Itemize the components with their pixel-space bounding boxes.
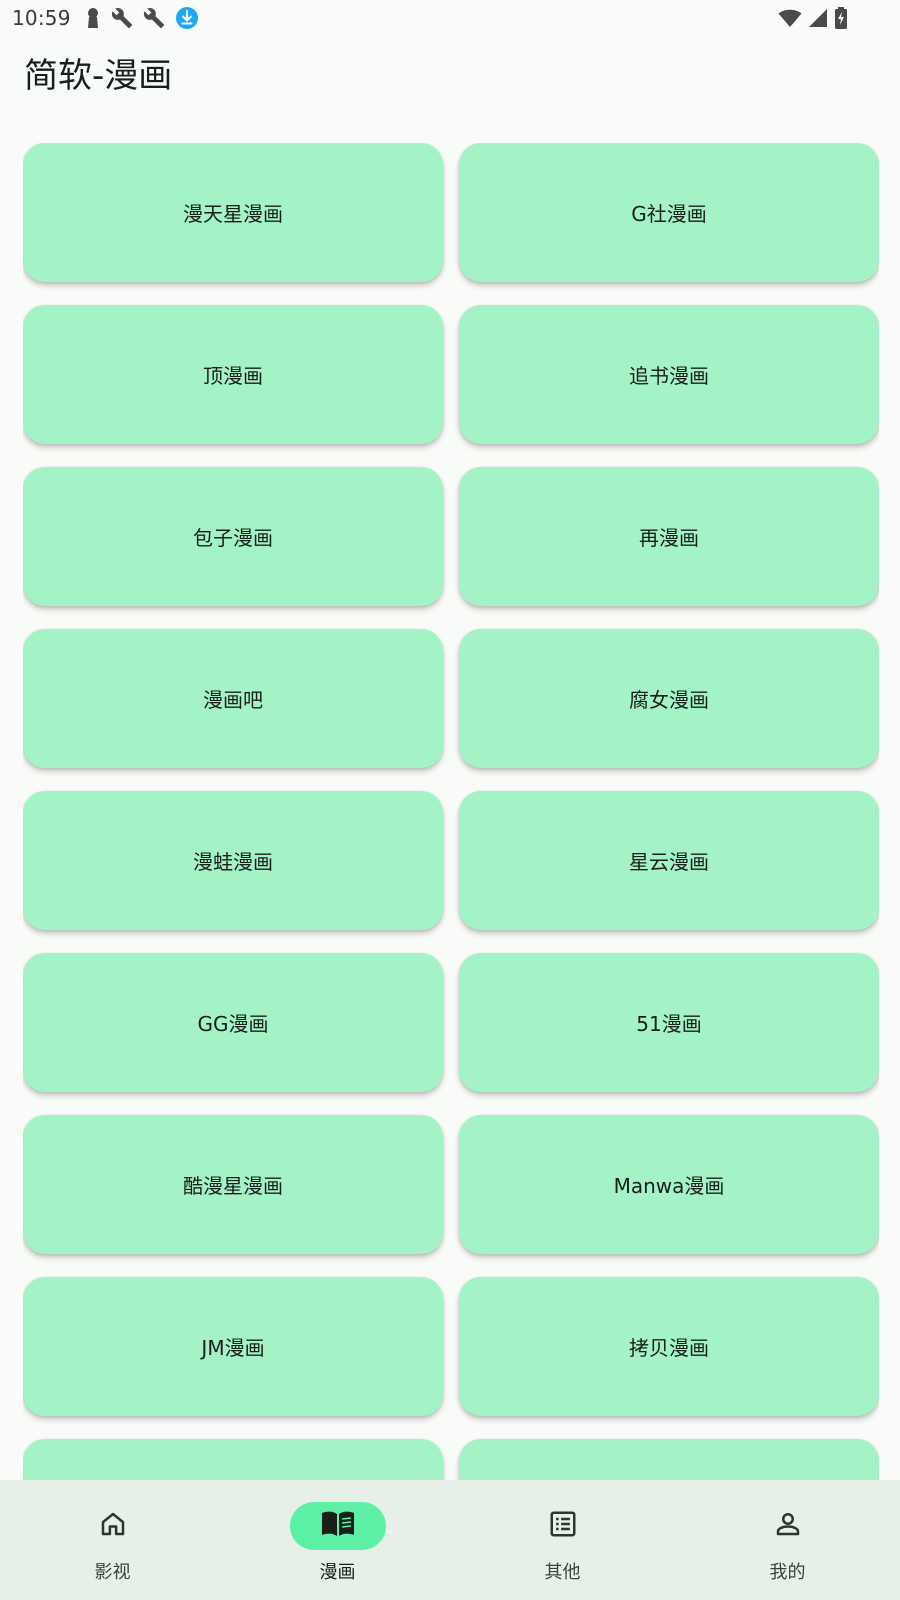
comic-source-list[interactable]: 漫天星漫画 G社漫画 顶漫画 追书漫画 包子漫画 再漫画 漫画吧 腐女漫画 漫蛙… xyxy=(23,143,879,1480)
status-icons-left xyxy=(85,6,199,30)
nav-label: 其他 xyxy=(544,1562,581,1583)
comic-source-card[interactable]: 51漫画 xyxy=(459,953,879,1092)
wrench-icon xyxy=(143,7,165,29)
nav-item-mine[interactable]: 我的 xyxy=(675,1480,900,1600)
status-left: 10:59 xyxy=(12,6,199,30)
comic-source-card[interactable]: 漫蛙漫画 xyxy=(23,791,443,930)
home-icon xyxy=(98,1509,128,1543)
nav-icon-container xyxy=(740,1502,836,1550)
comic-source-card[interactable]: G社漫画 xyxy=(459,143,879,282)
nav-label: 我的 xyxy=(769,1562,806,1583)
comic-source-card[interactable]: 拷贝漫画 xyxy=(459,1277,879,1416)
nav-item-other[interactable]: 其他 xyxy=(450,1480,675,1600)
keyhole-icon xyxy=(85,7,101,29)
comic-source-card[interactable]: 再漫画 xyxy=(459,467,879,606)
comic-source-card[interactable] xyxy=(459,1439,879,1480)
comic-source-card[interactable]: GG漫画 xyxy=(23,953,443,1092)
status-bar: 10:59 xyxy=(0,0,900,36)
nav-icon-container xyxy=(515,1502,611,1550)
nav-icon-container xyxy=(65,1502,161,1550)
comic-source-card[interactable] xyxy=(23,1439,443,1480)
book-icon xyxy=(321,1509,355,1543)
status-right xyxy=(778,7,848,29)
comic-source-card[interactable]: 包子漫画 xyxy=(23,467,443,606)
bottom-navigation: 影视 漫画 其他 我的 xyxy=(0,1480,900,1600)
status-time: 10:59 xyxy=(12,6,71,30)
list-icon xyxy=(548,1509,578,1543)
wifi-icon xyxy=(778,8,802,28)
comic-source-card[interactable]: 腐女漫画 xyxy=(459,629,879,768)
comic-source-card[interactable]: 漫天星漫画 xyxy=(23,143,443,282)
comic-source-card[interactable]: JM漫画 xyxy=(23,1277,443,1416)
wrench-icon xyxy=(111,7,133,29)
comic-source-card[interactable]: 星云漫画 xyxy=(459,791,879,930)
download-icon xyxy=(175,6,199,30)
battery-charging-icon xyxy=(834,7,848,29)
comic-source-card[interactable]: 漫画吧 xyxy=(23,629,443,768)
nav-item-comics[interactable]: 漫画 xyxy=(225,1480,450,1600)
nav-item-video[interactable]: 影视 xyxy=(0,1480,225,1600)
signal-icon xyxy=(808,8,828,28)
page-title: 简软-漫画 xyxy=(24,56,173,96)
comic-source-card[interactable]: 酷漫星漫画 xyxy=(23,1115,443,1254)
comic-source-card[interactable]: Manwa漫画 xyxy=(459,1115,879,1254)
comic-source-grid: 漫天星漫画 G社漫画 顶漫画 追书漫画 包子漫画 再漫画 漫画吧 腐女漫画 漫蛙… xyxy=(23,143,879,1480)
comic-source-card[interactable]: 顶漫画 xyxy=(23,305,443,444)
nav-icon-container xyxy=(289,1502,386,1550)
nav-label: 影视 xyxy=(94,1562,131,1583)
comic-source-card[interactable]: 追书漫画 xyxy=(459,305,879,444)
person-icon xyxy=(773,1509,803,1543)
nav-label: 漫画 xyxy=(319,1562,356,1583)
